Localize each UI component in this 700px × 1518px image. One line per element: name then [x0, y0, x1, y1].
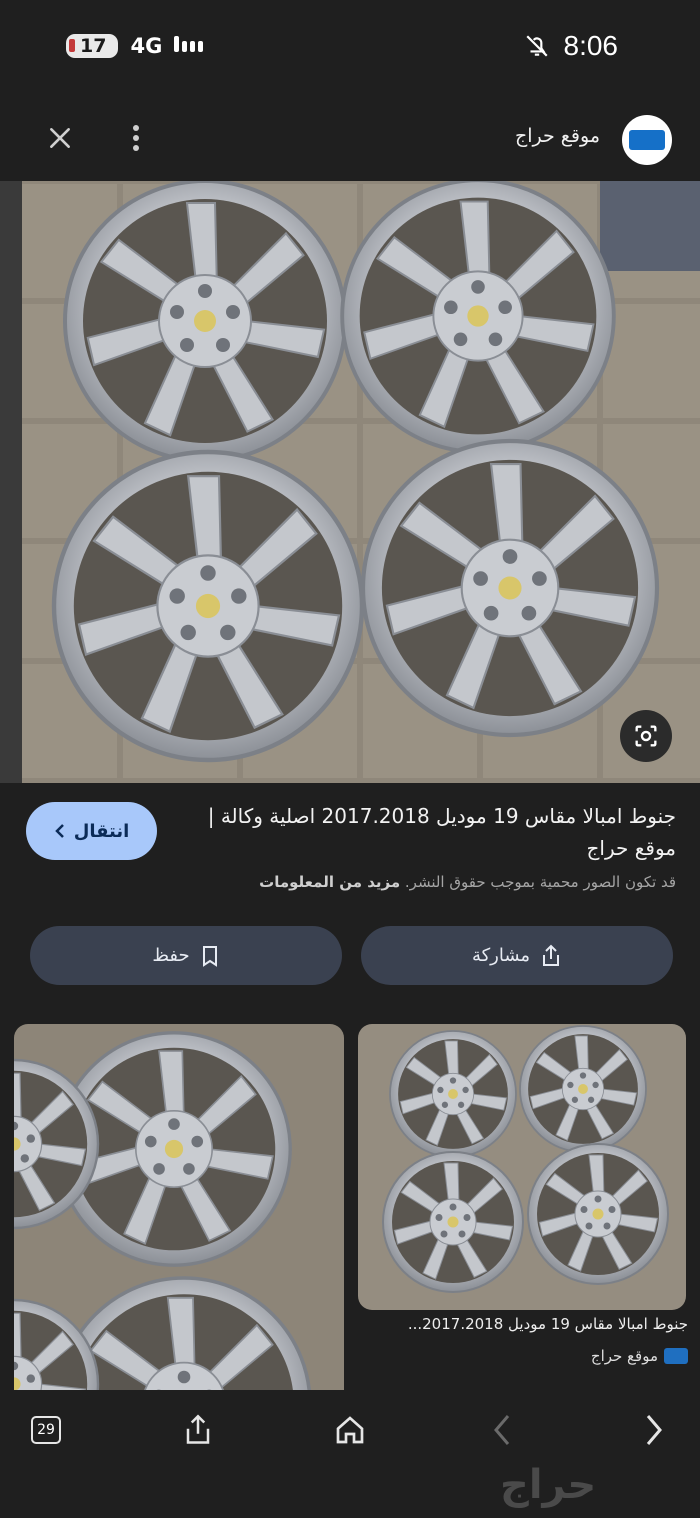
chevron-left-icon [494, 1415, 510, 1445]
close-button[interactable] [40, 118, 80, 158]
mute-icon [525, 35, 548, 57]
forward-button[interactable] [624, 1404, 684, 1456]
save-label: حفظ [152, 945, 190, 966]
back-button[interactable] [472, 1404, 532, 1456]
viewer-header: موقع حراج [0, 95, 700, 181]
tabs-button[interactable]: 29 [16, 1404, 76, 1456]
share-label: مشاركة [471, 945, 531, 966]
bookmark-icon [202, 945, 217, 967]
related-image-2-title[interactable]: جنوط امبالا مقاس 19 موديل 2017.2018... [358, 1315, 688, 1333]
save-button[interactable]: حفظ [30, 926, 342, 985]
chevron-right-icon [646, 1415, 662, 1445]
visit-button[interactable]: انتقال [26, 802, 157, 860]
share-icon [186, 1414, 210, 1444]
home-button[interactable] [320, 1404, 380, 1456]
lens-icon [635, 725, 657, 747]
share-icon [543, 944, 560, 966]
haraj-logo-icon [664, 1348, 688, 1364]
image-title: جنوط امبالا مقاس 19 موديل 2017.2018 اصلي… [207, 804, 676, 860]
network-type: 4G [130, 34, 163, 58]
related-image-2[interactable] [358, 1024, 686, 1310]
visit-label: انتقال [73, 820, 130, 842]
share-button[interactable]: مشاركة [361, 926, 673, 985]
more-vert-icon [133, 125, 139, 151]
related-image-2-source[interactable]: موقع حراج [591, 1347, 688, 1365]
more-info-link[interactable]: مزيد من المعلومات [259, 873, 400, 891]
status-right: 8:06 [524, 30, 619, 62]
watermark: حراج [500, 1462, 597, 1508]
status-bar: 17 4G 8:06 [0, 0, 700, 95]
lens-search-button[interactable] [620, 710, 672, 762]
site-logo[interactable] [622, 115, 672, 165]
main-image[interactable] [0, 181, 700, 783]
haraj-logo-icon [629, 130, 665, 150]
copyright-note: قد تكون الصور محمية بموجب حقوق النشر. مز… [196, 873, 676, 891]
home-icon [336, 1416, 364, 1444]
more-options-button[interactable] [118, 118, 154, 158]
clock: 8:06 [563, 30, 619, 61]
notification-badge: 17 [66, 34, 119, 58]
copyright-text: قد تكون الصور محمية بموجب حقوق النشر. [400, 873, 676, 891]
tab-count: 29 [31, 1416, 61, 1444]
related-source-label: موقع حراج [590, 1347, 658, 1365]
related-image-1[interactable] [14, 1024, 344, 1390]
signal-icon [174, 35, 204, 52]
site-name[interactable]: موقع حراج [515, 125, 600, 147]
close-icon [50, 128, 70, 148]
status-left: 17 4G [66, 34, 204, 58]
chevron-left-icon [54, 824, 64, 838]
share-page-button[interactable] [168, 1404, 228, 1456]
